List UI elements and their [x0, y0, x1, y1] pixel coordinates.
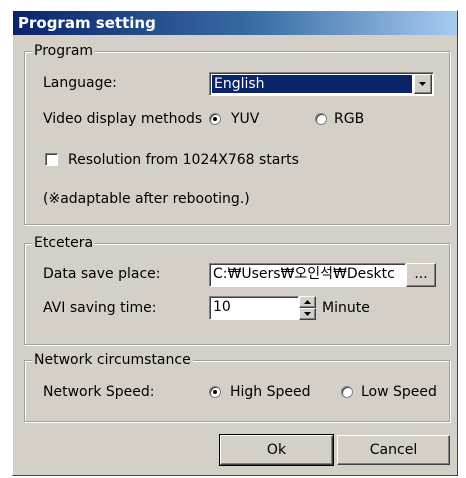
reboot-note: (※adaptable after rebooting.) [43, 191, 250, 207]
program-group: Program Language: English Video display … [24, 42, 450, 225]
language-dropdown-button[interactable] [414, 74, 432, 94]
browse-label: ... [414, 266, 428, 282]
ok-label: Ok [266, 442, 287, 458]
radio-low-speed[interactable] [341, 386, 353, 398]
cancel-label: Cancel [369, 442, 418, 458]
resolution-checkbox[interactable] [45, 153, 58, 166]
etcetera-legend: Etcetera [32, 234, 96, 252]
language-value: English [212, 75, 412, 93]
rgb-label[interactable]: RGB [334, 110, 364, 128]
ok-button[interactable]: Ok [219, 434, 334, 466]
yuv-label[interactable]: YUV [231, 110, 259, 128]
program-setting-dialog: Program setting Program Language: Englis… [12, 10, 458, 476]
arrow-down-icon [304, 312, 311, 316]
avi-saving-label: AVI saving time: [43, 300, 157, 316]
avi-spin-down[interactable] [299, 308, 316, 320]
radio-yuv-dot [213, 117, 217, 121]
title-bar[interactable]: Program setting [13, 11, 457, 35]
arrow-up-icon [304, 300, 311, 304]
low-speed-label[interactable]: Low Speed [361, 383, 437, 401]
avi-unit-label: Minute [322, 300, 370, 316]
save-place-field[interactable]: C:₩Users₩오인석₩Desktc [209, 263, 406, 287]
resolution-label[interactable]: Resolution from 1024X768 starts [68, 151, 299, 169]
cancel-button[interactable]: Cancel [337, 435, 450, 465]
chevron-down-icon [419, 82, 426, 86]
avi-spin-up[interactable] [299, 296, 316, 308]
save-place-label: Data save place: [43, 266, 161, 282]
network-speed-label: Network Speed: [43, 384, 155, 400]
etcetera-group: Etcetera Data save place: C:₩Users₩오인석₩D… [24, 234, 450, 345]
radio-rgb[interactable] [315, 113, 327, 125]
network-group: Network circumstance Network Speed: High… [24, 351, 450, 422]
window-title: Program setting [18, 14, 156, 32]
high-speed-label[interactable]: High Speed [230, 383, 311, 401]
radio-high-speed[interactable] [209, 386, 221, 398]
network-legend: Network circumstance [32, 351, 193, 369]
language-label: Language: [43, 75, 117, 91]
radio-high-speed-dot [213, 390, 217, 394]
browse-button[interactable]: ... [406, 263, 436, 287]
video-display-label: Video display methods [43, 111, 203, 127]
radio-yuv[interactable] [209, 113, 221, 125]
save-place-value: C:₩Users₩오인석₩Desktc [213, 266, 395, 282]
program-legend: Program [32, 42, 96, 60]
avi-time-input[interactable]: 10 [209, 296, 299, 320]
language-select[interactable]: English [209, 72, 434, 96]
avi-time-value: 10 [213, 299, 231, 315]
